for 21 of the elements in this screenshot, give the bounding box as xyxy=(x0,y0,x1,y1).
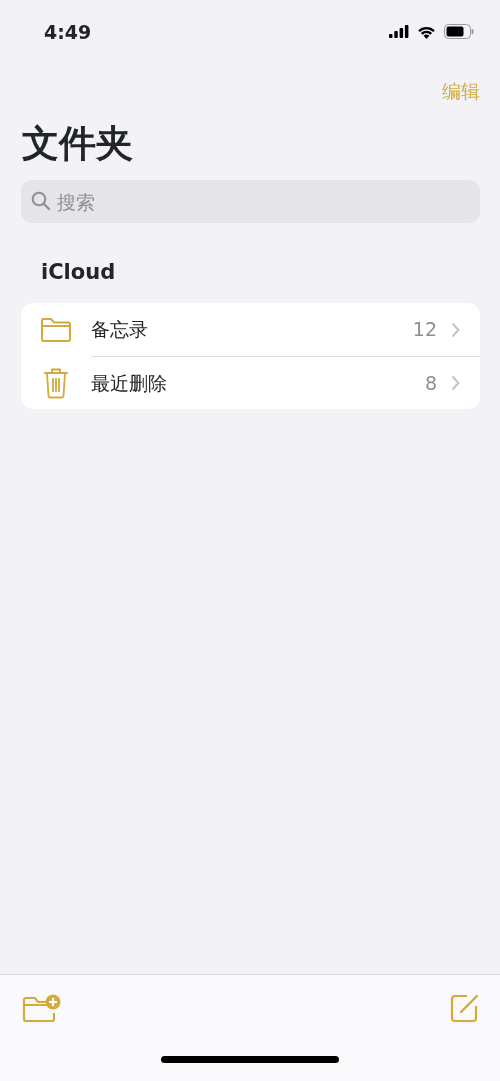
signal-icon xyxy=(389,25,409,38)
chevron-icon xyxy=(451,375,460,391)
trash-icon xyxy=(43,366,69,399)
compose-button[interactable] xyxy=(450,993,480,1023)
folder-name: 备忘录 xyxy=(91,317,149,343)
status-time: 4:49 xyxy=(44,20,92,45)
compose-icon xyxy=(450,993,480,1023)
battery-icon xyxy=(444,24,474,39)
page-title: 文件夹 xyxy=(22,121,134,167)
new-folder-button[interactable] xyxy=(22,993,62,1023)
note-count: 12 xyxy=(412,317,437,343)
note-count: 8 xyxy=(424,370,437,396)
folder-row[interactable]: 备忘录 12 xyxy=(21,303,480,356)
folder-name: 最近删除 xyxy=(91,370,168,396)
section-header: iCloud xyxy=(41,259,117,286)
wifi-icon xyxy=(417,24,436,39)
folder-row[interactable]: 最近删除 8 xyxy=(21,356,480,409)
folder-icon xyxy=(40,316,72,343)
search-field[interactable]: 搜索 xyxy=(21,180,480,223)
chevron-icon xyxy=(451,321,460,338)
folder-add-icon xyxy=(22,993,62,1023)
